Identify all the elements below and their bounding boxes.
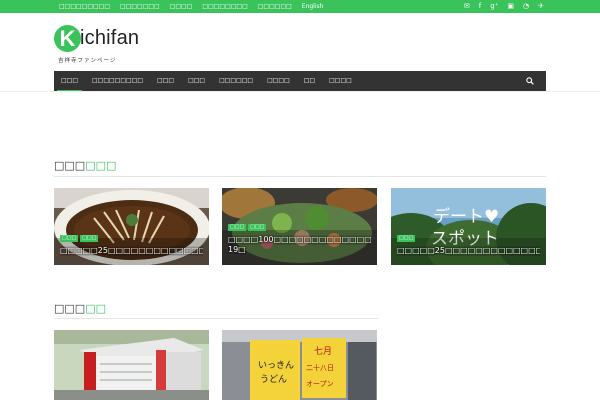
section-title: □□□□□	[54, 302, 106, 315]
main-nav: □□□ □□□□□□□□□ □□□ □□□ □□□□□□ □□□□ □□ □□□…	[54, 71, 546, 92]
category-tag[interactable]: □□□	[228, 224, 247, 231]
nav-item[interactable]: □□□	[150, 71, 181, 91]
article-thumbnail	[54, 330, 209, 400]
nav-divider	[0, 91, 600, 92]
image-text: デート♥	[433, 206, 499, 227]
top-bar: □□□□□□□□□ □□□□□□□ □□□□ □□□□□□□□ □□□□□□ E…	[0, 0, 600, 13]
category-tag[interactable]: □□□	[397, 235, 416, 242]
section-divider	[54, 318, 378, 319]
instagram-icon[interactable]: ▣	[507, 0, 514, 13]
google-plus-icon[interactable]: g⁺	[490, 0, 498, 13]
logo-name: ichifan	[80, 27, 140, 49]
nav-item[interactable]: □□□	[181, 71, 212, 91]
rss-icon[interactable]: ◔	[523, 0, 529, 13]
article-card[interactable]	[54, 330, 209, 400]
section-title-accent: □□□	[85, 159, 117, 172]
logo-mark: K	[54, 25, 81, 52]
top-link[interactable]: □□□□□□□	[120, 0, 160, 13]
category-tags: □□□ □□□	[60, 235, 99, 242]
category-tag[interactable]: □□□	[80, 235, 99, 242]
section-divider	[54, 176, 546, 177]
article-card[interactable]: デート♥ スポット □□□ □□□□□25□□□□□□□□□□□□□□□□□□□…	[391, 188, 546, 265]
section-title-text: □□□	[54, 159, 86, 172]
article-title[interactable]: □□□□□25□□□□□□□□□□□□□□□□□□□□□ 37□	[397, 246, 540, 256]
category-tags: □□□ □□□	[228, 224, 267, 231]
image-text: うどん	[260, 374, 287, 385]
article-card[interactable]: □□□ □□□ □□□□□25□□□□□□□□□□□□□□□□□□□□□□9□	[54, 188, 209, 265]
logo-tagline: 吉祥寺ファンページ	[58, 58, 117, 64]
nav-item[interactable]: □□	[297, 71, 322, 91]
top-link[interactable]: □□□□□□	[258, 0, 292, 13]
section-title: □□□□□□	[54, 159, 116, 172]
top-link[interactable]: □□□□□□□□	[202, 0, 247, 13]
nav-item[interactable]: □□□□	[322, 71, 359, 91]
article-title[interactable]: □□□□100□□□□□□□□□□□□□□□□□□□□□□□□□ 19□	[228, 235, 371, 255]
nav-item[interactable]: □□□□□□	[212, 71, 260, 91]
top-link-english[interactable]: English	[302, 0, 324, 13]
search-icon[interactable]	[526, 77, 534, 85]
article-card[interactable]: □□□ □□□ □□□□100□□□□□□□□□□□□□□□□□□□□□□□□□…	[222, 188, 377, 265]
image-text: 二十八日	[306, 363, 334, 372]
section-title-text: □□□	[54, 302, 86, 315]
facebook-icon[interactable]: f	[479, 0, 481, 13]
image-text: いっきん	[258, 360, 294, 371]
site-logo[interactable]: K ichifan 吉祥寺ファンページ	[54, 25, 164, 65]
nav-item[interactable]: □□□□□□□□□	[85, 71, 150, 91]
nav-item-home[interactable]: □□□	[54, 71, 85, 92]
article-card[interactable]: いっきん うどん 七月 二十八日 オープン	[222, 330, 377, 400]
article-thumbnail: いっきん うどん 七月 二十八日 オープン	[222, 330, 377, 400]
top-link[interactable]: □□□□□□□□□	[59, 0, 110, 13]
category-tag[interactable]: □□□	[248, 224, 267, 231]
article-title[interactable]: □□□□□25□□□□□□□□□□□□□□□□□□□□□□9□	[60, 246, 203, 256]
nav-item[interactable]: □□□□	[260, 71, 297, 91]
image-text: 七月	[314, 346, 332, 357]
category-tag[interactable]: □□□	[60, 235, 79, 242]
image-text: オープン	[306, 380, 334, 388]
social-links: ✉ f g⁺ ▣ ◔ ✈	[464, 0, 544, 13]
mail-icon[interactable]: ✉	[464, 0, 470, 13]
section-title-accent: □□	[85, 302, 106, 315]
twitter-icon[interactable]: ✈	[538, 0, 544, 13]
top-links: □□□□□□□□□ □□□□□□□ □□□□ □□□□□□□□ □□□□□□ E…	[59, 0, 323, 13]
category-tags: □□□	[397, 235, 416, 242]
top-link[interactable]: □□□□	[170, 0, 193, 13]
